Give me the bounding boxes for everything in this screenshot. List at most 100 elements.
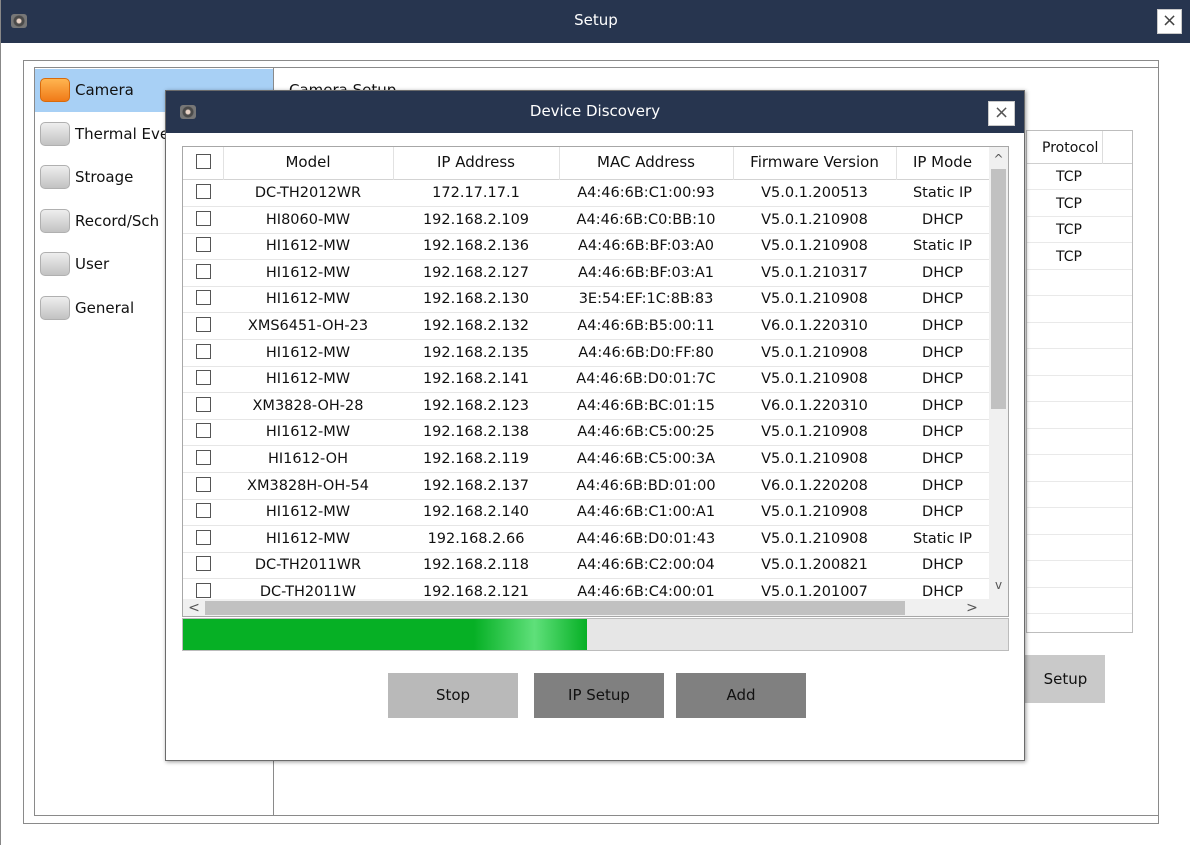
camera-list-row[interactable] <box>1027 482 1132 508</box>
vertical-scroll-thumb[interactable] <box>991 169 1006 409</box>
model-cell: HI1612-MW <box>265 504 351 521</box>
mac-address-cell: A4:46:6B:C0:BB:10 <box>576 211 716 228</box>
firmware-column-header[interactable]: Firmware Version <box>733 147 896 179</box>
device-row[interactable]: DC-TH2011WR 192.168.2.118 A4:46:6B:C2:00:0… <box>183 552 989 580</box>
device-row[interactable]: HI1612-MW 192.168.2.141 A4:46:6B:D0:01:7C V… <box>183 366 989 394</box>
device-checkbox[interactable] <box>195 556 211 572</box>
horizontal-scrollbar[interactable]: < > <box>183 599 989 616</box>
device-row[interactable]: HI1612-MW 192.168.2.127 A4:46:6B:BF:03:A1 V… <box>183 260 989 287</box>
horizontal-scroll-thumb[interactable] <box>205 601 905 615</box>
setup-title: Setup <box>574 11 618 29</box>
camera-list-row[interactable] <box>1027 297 1132 323</box>
device-checkbox[interactable] <box>195 396 211 412</box>
camera-list-row[interactable] <box>1027 535 1132 561</box>
mac-address-cell: A4:46:6B:C4:00:01 <box>577 584 715 600</box>
camera-list-row[interactable]: TCP <box>1027 244 1132 270</box>
device-row[interactable]: HI1612-OH 192.168.2.119 A4:46:6B:C5:00:3A V… <box>183 446 989 473</box>
device-checkbox[interactable] <box>195 290 211 306</box>
model-cell: XMS6451-OH-23 <box>247 318 369 334</box>
scroll-left-icon[interactable]: < <box>185 599 203 616</box>
checkbox-cell <box>183 446 223 472</box>
device-row[interactable]: HI1612-MW 192.168.2.138 A4:46:6B:C5:00:25 V… <box>183 419 989 447</box>
ip-address-cell: 192.168.2.109 <box>422 211 530 228</box>
ip-mode-cell: DHCP <box>922 451 963 467</box>
ip-mode-cell: Static IP <box>912 185 973 201</box>
camera-list-row[interactable] <box>1027 588 1132 614</box>
device-row[interactable]: HI1612-MW 192.168.2.140 A4:46:6B:C1:00:A1 V… <box>183 499 989 527</box>
camera-list-row[interactable] <box>1027 270 1132 296</box>
device-checkbox[interactable] <box>195 210 211 226</box>
close-icon[interactable]: × <box>1157 9 1182 34</box>
device-checkbox[interactable] <box>195 583 211 598</box>
stop-button[interactable]: Stop <box>388 673 518 718</box>
camera-list-row[interactable]: TCP <box>1027 217 1132 243</box>
camera-list-row[interactable] <box>1027 562 1132 588</box>
device-checkbox[interactable] <box>195 529 211 545</box>
camera-list-row[interactable] <box>1027 376 1132 402</box>
device-checkbox[interactable] <box>195 263 211 279</box>
camera-list-row[interactable] <box>1027 323 1132 349</box>
device-row[interactable]: XMS6451-OH-23 192.168.2.132 A4:46:6B:B5:00… <box>183 313 989 340</box>
scroll-down-icon[interactable]: v <box>989 575 1008 597</box>
protocol-column-header[interactable]: Protocol <box>1042 140 1098 156</box>
camera-list-row[interactable] <box>1027 509 1132 535</box>
ip-mode-cell: DHCP <box>922 477 963 494</box>
device-checkbox[interactable] <box>195 317 211 332</box>
mac-address-cell: A4:46:6B:C1:00:A1 <box>576 504 716 521</box>
device-checkbox[interactable] <box>195 343 211 359</box>
mac-address-cell: 3E:54:EF:1C:8B:83 <box>578 291 714 308</box>
mac-address-cell: A4:46:6B:C5:00:3A <box>576 451 716 467</box>
ip-mode-cell: DHCP <box>922 397 963 414</box>
device-row[interactable]: HI1612-MW 192.168.2.136 A4:46:6B:BF:03:A0 V… <box>183 233 989 261</box>
device-checkbox[interactable] <box>195 450 211 465</box>
checkbox-cell <box>183 233 223 259</box>
camera-list-row[interactable]: TCP <box>1027 164 1132 190</box>
device-checkbox[interactable] <box>195 370 211 386</box>
mac-address-cell: A4:46:6B:D0:FF:80 <box>578 344 714 361</box>
device-row[interactable]: DC-TH2012WR 172.17.17.1 A4:46:6B:C1:00:93 V… <box>183 180 989 207</box>
ip-address-cell: 192.168.2.138 <box>422 424 530 441</box>
firmware-cell: V6.0.1.220208 <box>761 477 868 494</box>
scroll-right-icon[interactable]: > <box>963 599 981 616</box>
device-row[interactable]: XM3828H-OH-54 192.168.2.137 A4:46:6B:BD:01… <box>183 473 989 500</box>
model-cell: XM3828H-OH-54 <box>247 477 369 494</box>
camera-list-row[interactable] <box>1027 350 1132 376</box>
device-grid-body: Model IP Address MAC Address Firmware Ve… <box>183 147 989 600</box>
ip-mode-column-header[interactable]: IP Mode <box>896 147 989 179</box>
vertical-scrollbar[interactable]: ^ v <box>989 147 1008 600</box>
ip-mode-cell: DHCP <box>922 344 963 361</box>
model-cell: DC-TH2011W <box>259 584 357 600</box>
device-row[interactable]: DC-TH2011W 192.168.2.121 A4:46:6B:C4:00:01… <box>183 579 989 600</box>
checkbox-cell <box>183 260 223 286</box>
model-column-header[interactable]: Model <box>223 147 393 179</box>
device-checkbox[interactable] <box>195 184 211 199</box>
device-checkbox[interactable] <box>195 476 211 492</box>
add-button[interactable]: Add <box>676 673 806 718</box>
device-row[interactable]: HI8060-MW 192.168.2.109 A4:46:6B:C0:BB:10 V… <box>183 207 989 234</box>
ip-setup-button[interactable]: IP Setup <box>534 673 664 718</box>
camera-list-row[interactable] <box>1027 615 1132 633</box>
firmware-cell: V5.0.1.210908 <box>761 504 868 521</box>
camera-list-header: Protocol <box>1027 131 1132 164</box>
camera-list-row[interactable]: TCP <box>1027 191 1132 217</box>
ip-column-header[interactable]: IP Address <box>393 147 559 179</box>
select-all-checkbox[interactable] <box>195 153 211 169</box>
checkbox-cell <box>183 207 223 233</box>
device-checkbox[interactable] <box>195 503 211 519</box>
device-row[interactable]: HI1612-MW 192.168.2.135 A4:46:6B:D0:FF:80 V… <box>183 340 989 367</box>
device-checkbox[interactable] <box>195 237 211 253</box>
ip-mode-cell: Static IP <box>912 238 973 255</box>
mac-address-cell: A4:46:6B:D0:01:7C <box>576 371 716 388</box>
device-discovery-dialog: Device Discovery × Model IP Address MAC … <box>165 90 1025 761</box>
device-row[interactable]: HI1612-MW 192.168.2.130 3E:54:EF:1C:8B:83 V… <box>183 286 989 314</box>
camera-list-row[interactable] <box>1027 403 1132 429</box>
dialog-close-icon[interactable]: × <box>988 101 1015 126</box>
camera-list-row[interactable] <box>1027 456 1132 482</box>
scroll-up-icon[interactable]: ^ <box>989 147 1008 169</box>
mac-column-header[interactable]: MAC Address <box>559 147 733 179</box>
camera-list-row[interactable] <box>1027 429 1132 455</box>
device-row[interactable]: HI1612-MW 192.168.2.66 A4:46:6B:D0:01:43 V5… <box>183 526 989 553</box>
device-checkbox[interactable] <box>195 423 211 439</box>
folder-icon <box>40 121 70 146</box>
device-row[interactable]: XM3828-OH-28 192.168.2.123 A4:46:6B:BC:01:… <box>183 393 989 420</box>
